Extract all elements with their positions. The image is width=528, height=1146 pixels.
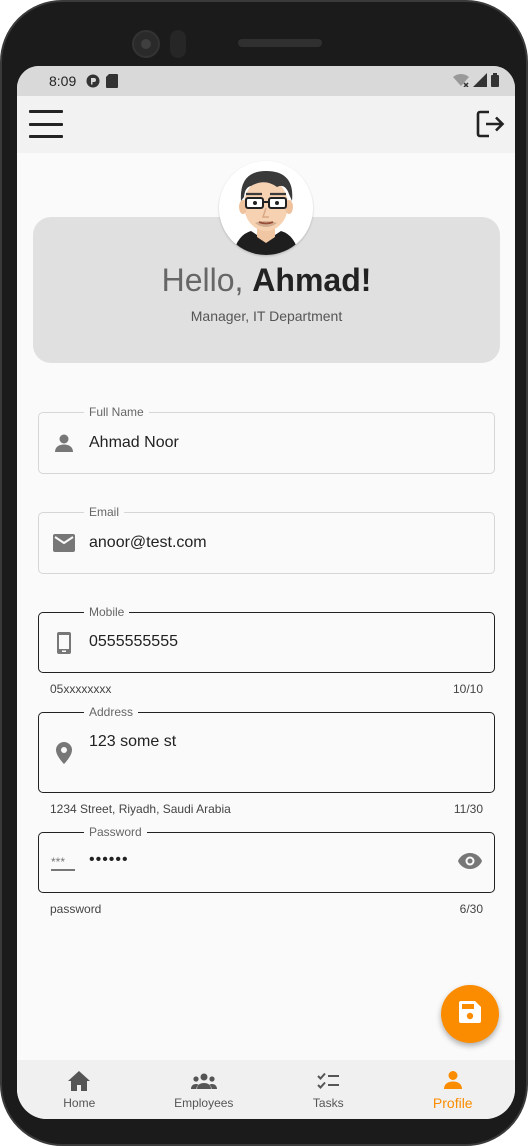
password-icon: *** bbox=[51, 854, 77, 876]
visibility-toggle-icon[interactable] bbox=[458, 853, 482, 874]
address-value: 123 some st bbox=[89, 733, 177, 750]
sd-card-icon bbox=[106, 74, 119, 88]
email-label: Email bbox=[84, 505, 125, 519]
earpiece-speaker bbox=[238, 39, 322, 47]
address-helper-row: 1234 Street, Riyadh, Saudi Arabia 11/30 bbox=[50, 802, 483, 816]
signal-icon bbox=[473, 72, 487, 90]
status-time: 8:09 bbox=[49, 73, 77, 89]
full-name-field[interactable]: Full Name Ahmad Noor bbox=[38, 405, 495, 474]
screen: 8:09 Hello, Ahmad! Manager, IT Departmen… bbox=[17, 66, 515, 1119]
nav-item-tasks[interactable]: Tasks bbox=[266, 1060, 391, 1119]
full-name-label: Full Name bbox=[84, 405, 149, 419]
phone-icon bbox=[53, 632, 75, 654]
email-value: anoor@test.com bbox=[89, 534, 207, 551]
save-icon bbox=[459, 1000, 481, 1028]
email-field[interactable]: Email anoor@test.com bbox=[38, 505, 495, 574]
home-icon bbox=[68, 1070, 91, 1092]
greeting-text: Hello, bbox=[161, 262, 244, 298]
nav-label-tasks: Tasks bbox=[312, 1095, 344, 1110]
full-name-value: Ahmad Noor bbox=[89, 434, 179, 451]
mobile-field[interactable]: Mobile 0555555555 bbox=[38, 605, 495, 673]
wifi-icon bbox=[453, 73, 469, 90]
mobile-helper-row: 05xxxxxxxx 10/10 bbox=[50, 682, 483, 696]
mobile-label: Mobile bbox=[84, 605, 130, 619]
password-value: •••••• bbox=[89, 851, 129, 868]
avatar[interactable] bbox=[219, 161, 313, 255]
mobile-helper-text: 05xxxxxxxx bbox=[50, 682, 112, 696]
person-icon bbox=[443, 1069, 463, 1091]
nav-label-employees: Employees bbox=[174, 1095, 234, 1110]
notification-icon bbox=[86, 74, 100, 88]
nav-item-home[interactable]: Home bbox=[17, 1060, 142, 1119]
nav-item-profile[interactable]: Profile bbox=[391, 1060, 516, 1119]
password-helper-text: password bbox=[50, 902, 102, 916]
bottom-navigation: Home Employees Tasks Profile bbox=[17, 1060, 515, 1119]
hamburger-menu-icon[interactable] bbox=[29, 110, 63, 138]
password-helper-row: password 6/30 bbox=[50, 902, 483, 916]
address-field[interactable]: Address 123 some st bbox=[38, 705, 495, 793]
password-field[interactable]: Password *** •••••• bbox=[38, 825, 495, 893]
location-pin-icon bbox=[53, 742, 75, 764]
app-bar bbox=[17, 96, 515, 153]
person-icon bbox=[53, 432, 75, 454]
mobile-value: 0555555555 bbox=[89, 633, 178, 650]
logout-icon[interactable] bbox=[475, 109, 505, 139]
mail-icon bbox=[53, 532, 75, 554]
nav-label-profile: Profile bbox=[432, 1094, 473, 1111]
battery-icon bbox=[491, 72, 499, 90]
sensor bbox=[170, 30, 186, 58]
address-counter: 11/30 bbox=[453, 802, 483, 816]
nav-item-employees[interactable]: Employees bbox=[142, 1060, 267, 1119]
group-icon bbox=[190, 1070, 217, 1092]
mobile-counter: 10/10 bbox=[452, 682, 483, 696]
user-role: Manager, IT Department bbox=[190, 308, 343, 324]
user-name: Ahmad! bbox=[252, 262, 372, 298]
status-bar: 8:09 bbox=[17, 66, 515, 96]
address-helper-text: 1234 Street, Riyadh, Saudi Arabia bbox=[50, 802, 231, 816]
address-label: Address bbox=[84, 705, 139, 719]
phone-frame: 8:09 Hello, Ahmad! Manager, IT Departmen… bbox=[0, 0, 528, 1146]
password-counter: 6/30 bbox=[459, 902, 483, 916]
front-camera bbox=[132, 30, 160, 58]
svg-text:***: *** bbox=[51, 857, 65, 869]
nav-label-home: Home bbox=[63, 1095, 96, 1110]
greeting-heading: Hello, Ahmad! bbox=[33, 262, 500, 299]
password-label: Password bbox=[84, 825, 147, 839]
checklist-icon bbox=[317, 1070, 340, 1092]
save-button[interactable] bbox=[441, 985, 499, 1043]
